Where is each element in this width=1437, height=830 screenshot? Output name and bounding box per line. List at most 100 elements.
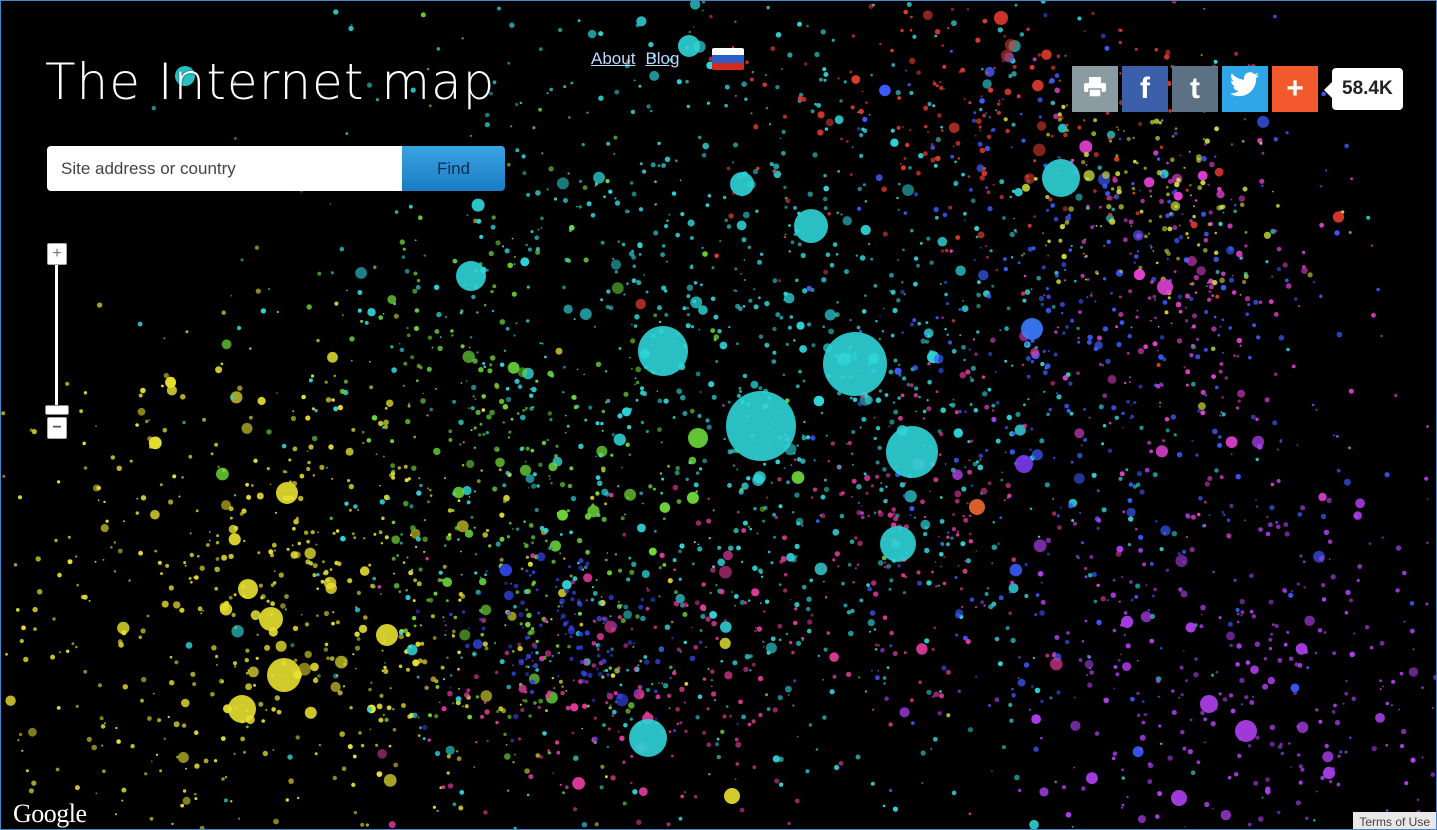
map-node[interactable] [97, 499, 100, 502]
map-node[interactable] [736, 220, 747, 231]
map-node[interactable] [284, 608, 287, 611]
map-node[interactable] [1136, 250, 1140, 253]
map-node[interactable] [1104, 45, 1110, 51]
map-node[interactable] [1174, 127, 1178, 130]
map-node[interactable] [332, 611, 335, 614]
map-node[interactable] [939, 496, 943, 499]
map-node[interactable] [1207, 183, 1210, 186]
map-node[interactable] [1215, 294, 1220, 299]
map-node[interactable] [1204, 481, 1210, 487]
map-node[interactable] [783, 572, 788, 577]
map-node[interactable] [658, 595, 661, 598]
map-node[interactable] [790, 240, 795, 245]
map-node[interactable] [482, 362, 486, 365]
map-node[interactable] [991, 127, 996, 132]
map-node[interactable] [1196, 512, 1201, 517]
map-node[interactable] [1200, 410, 1206, 416]
map-node[interactable] [504, 590, 514, 601]
map-node[interactable] [317, 531, 319, 534]
map-node[interactable] [300, 613, 303, 616]
map-node[interactable] [926, 406, 932, 412]
map-node[interactable] [430, 614, 435, 619]
map-node[interactable] [619, 683, 623, 687]
map-node[interactable] [102, 559, 105, 561]
map-node[interactable] [1194, 291, 1198, 294]
map-node[interactable] [1147, 779, 1153, 785]
map-node[interactable] [678, 549, 682, 554]
map-node[interactable] [1234, 772, 1239, 777]
map-node[interactable] [1344, 610, 1349, 615]
map-node[interactable] [547, 749, 550, 752]
map-node[interactable] [1270, 632, 1273, 636]
map-node[interactable] [393, 572, 395, 575]
map-node[interactable] [882, 615, 888, 620]
map-node[interactable] [416, 490, 422, 496]
map-node[interactable] [823, 78, 827, 82]
map-node[interactable] [1424, 476, 1429, 481]
map-node[interactable] [900, 289, 905, 295]
map-node[interactable] [618, 347, 622, 350]
map-node[interactable] [1268, 637, 1273, 642]
map-node[interactable] [1115, 325, 1119, 329]
map-node[interactable] [1086, 339, 1092, 345]
map-node[interactable] [513, 334, 516, 337]
map-node[interactable] [630, 338, 636, 344]
map-node[interactable] [780, 68, 783, 71]
map-node[interactable] [889, 644, 893, 648]
map-node[interactable] [531, 483, 537, 489]
map-node[interactable] [1323, 529, 1330, 535]
map-node[interactable] [349, 706, 353, 710]
map-node[interactable] [1037, 97, 1043, 103]
map-node[interactable] [199, 825, 205, 829]
map-node[interactable] [720, 729, 725, 734]
map-node[interactable] [881, 330, 885, 333]
map-node[interactable] [794, 555, 798, 559]
map-node[interactable] [1063, 132, 1068, 138]
map-node[interactable] [1136, 691, 1140, 696]
map-node[interactable] [899, 163, 902, 165]
map-node[interactable] [516, 527, 520, 531]
map-node[interactable] [1140, 611, 1152, 623]
map-node[interactable] [726, 391, 796, 461]
map-node[interactable] [245, 671, 249, 675]
map-node[interactable] [1170, 322, 1173, 325]
map-node[interactable] [1098, 404, 1104, 410]
map-node[interactable] [1404, 781, 1409, 786]
map-node[interactable] [606, 745, 610, 749]
map-node[interactable] [1024, 289, 1031, 295]
map-node[interactable] [619, 735, 625, 741]
map-node[interactable] [238, 579, 258, 599]
map-node[interactable] [1402, 570, 1407, 576]
map-node[interactable] [128, 579, 131, 582]
map-node[interactable] [851, 495, 853, 498]
map-node[interactable] [609, 704, 612, 706]
map-node[interactable] [1167, 199, 1172, 204]
map-node[interactable] [984, 592, 989, 596]
map-node[interactable] [858, 108, 864, 115]
map-node[interactable] [862, 183, 866, 187]
map-node[interactable] [380, 593, 382, 595]
map-node[interactable] [822, 67, 827, 72]
map-node[interactable] [270, 601, 275, 607]
map-node[interactable] [875, 474, 880, 479]
map-node[interactable] [857, 501, 860, 505]
map-node[interactable] [547, 690, 552, 695]
map-node[interactable] [777, 477, 782, 482]
map-node[interactable] [1348, 598, 1354, 603]
map-node[interactable] [864, 474, 871, 482]
map-node[interactable] [1376, 287, 1380, 292]
map-node[interactable] [884, 696, 889, 701]
map-node[interactable] [626, 668, 630, 672]
map-node[interactable] [1001, 98, 1004, 101]
map-node[interactable] [467, 627, 470, 630]
map-node[interactable] [359, 566, 370, 576]
map-node[interactable] [709, 14, 713, 19]
map-node[interactable] [1130, 225, 1133, 228]
map-node[interactable] [1249, 609, 1254, 614]
map-node[interactable] [1080, 144, 1083, 147]
map-node[interactable] [1174, 204, 1178, 209]
map-node[interactable] [751, 719, 756, 724]
map-node[interactable] [479, 592, 482, 595]
map-node[interactable] [1348, 446, 1351, 450]
map-node[interactable] [877, 511, 884, 517]
